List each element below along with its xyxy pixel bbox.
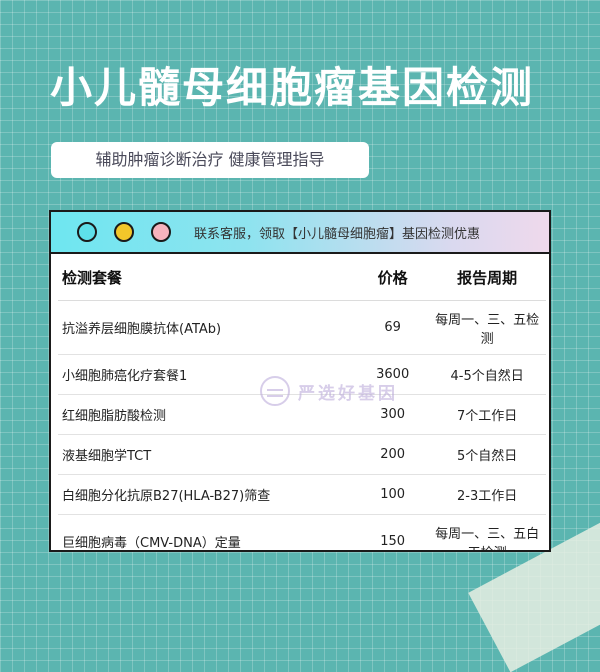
promo-notice[interactable]: 联系客服，领取【小儿髓母细胞瘤】基因检测优惠 xyxy=(194,223,480,242)
report-period: 5个自然日 xyxy=(428,434,546,475)
package-price: 200 xyxy=(357,434,429,475)
window-dot-cyan-icon xyxy=(77,222,97,242)
package-price: 100 xyxy=(357,474,429,515)
header-price: 价格 xyxy=(357,254,429,301)
card-header: 联系客服，领取【小儿髓母细胞瘤】基因检测优惠 xyxy=(51,212,549,254)
subtitle-badge: 辅助肿瘤诊断治疗 健康管理指导 xyxy=(51,142,369,178)
package-name: 白细胞分化抗原B27(HLA-B27)筛查 xyxy=(58,474,358,515)
package-name: 巨细胞病毒（CMV-DNA）定量 xyxy=(58,514,358,550)
table-row[interactable]: 巨细胞病毒（CMV-DNA）定量 150 每周一、三、五白天检测 xyxy=(58,514,546,550)
header-period: 报告周期 xyxy=(428,254,546,301)
table-row[interactable]: 抗溢养层细胞膜抗体(ATAb) 69 每周一、三、五检测 xyxy=(58,300,546,355)
watermark: 严选好基因 xyxy=(260,376,398,406)
report-period: 2-3工作日 xyxy=(428,474,546,515)
table-header-row: 检测套餐 价格 报告周期 xyxy=(58,254,546,301)
report-period: 每周一、三、五检测 xyxy=(428,300,546,355)
watermark-logo-icon xyxy=(260,376,290,406)
page-title: 小儿髓母细胞瘤基因检测 xyxy=(50,63,535,112)
window-dot-pink-icon xyxy=(151,222,171,242)
package-name: 抗溢养层细胞膜抗体(ATAb) xyxy=(58,300,358,355)
package-name: 液基细胞学TCT xyxy=(58,434,358,475)
table-row[interactable]: 白细胞分化抗原B27(HLA-B27)筛查 100 2-3工作日 xyxy=(58,474,546,515)
window-dot-yellow-icon xyxy=(114,222,134,242)
report-period: 4-5个自然日 xyxy=(428,354,546,395)
package-price: 69 xyxy=(357,300,429,355)
package-price: 150 xyxy=(357,514,429,550)
header-package: 检测套餐 xyxy=(58,254,358,301)
report-period: 每周一、三、五白天检测 xyxy=(428,514,546,550)
watermark-text: 严选好基因 xyxy=(298,383,398,404)
report-period: 7个工作日 xyxy=(428,394,546,435)
table-row[interactable]: 液基细胞学TCT 200 5个自然日 xyxy=(58,434,546,475)
